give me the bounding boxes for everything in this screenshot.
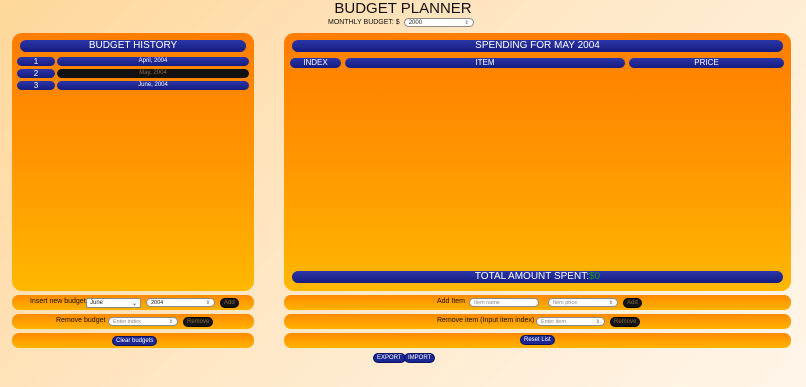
column-header-price: PRICE xyxy=(629,58,784,68)
remove-item-label: Remove item (Input item index) xyxy=(437,317,535,324)
item-name-placeholder: Item name xyxy=(474,299,500,306)
history-index-3: 3 xyxy=(17,81,55,90)
spinner-icon[interactable]: ⇕ xyxy=(596,319,600,325)
item-price-placeholder: Item price xyxy=(553,299,578,306)
column-header-item: ITEM xyxy=(345,58,625,68)
import-button[interactable]: IMPORT xyxy=(404,353,436,363)
history-item-june-2004[interactable]: June, 2004 xyxy=(57,81,249,90)
spinner-icon[interactable]: ⇕ xyxy=(609,300,613,306)
year-input-value: 2004 xyxy=(151,299,164,306)
remove-item-placeholder: Enter item xyxy=(541,318,567,325)
item-name-input[interactable]: Item name xyxy=(469,298,539,307)
spinner-icon[interactable]: ⇕ xyxy=(465,20,469,26)
month-select[interactable]: June ⌄ xyxy=(86,298,141,308)
insert-budget-label: Insert new budget xyxy=(30,298,86,305)
spinner-icon[interactable]: ⇕ xyxy=(169,319,173,325)
total-amount-label: TOTAL AMOUNT SPENT: xyxy=(474,271,589,282)
export-button[interactable]: EXPORT xyxy=(373,353,406,363)
column-header-index: INDEX xyxy=(290,58,341,68)
spending-panel xyxy=(284,33,791,291)
month-select-value: June xyxy=(90,300,104,306)
total-amount-value: $0 xyxy=(588,271,601,282)
spending-title: SPENDING FOR MAY 2004 xyxy=(292,40,783,52)
add-budget-button[interactable]: Add xyxy=(220,298,239,308)
clear-budgets-button[interactable]: Clear budgets xyxy=(112,336,158,346)
budget-history-title: BUDGET HISTORY xyxy=(20,40,246,52)
remove-budget-label: Remove budget xyxy=(56,317,106,324)
page-title: BUDGET PLANNER xyxy=(334,0,472,17)
year-input[interactable]: 2004 ⇕ xyxy=(146,298,215,307)
monthly-budget-value: 2000 xyxy=(408,19,423,26)
chevron-down-icon: ⌄ xyxy=(131,300,137,307)
history-item-may-2004-selected[interactable]: May, 2004 xyxy=(57,69,249,78)
remove-budget-button[interactable]: Remove xyxy=(183,317,214,327)
history-item-april-2004[interactable]: April, 2004 xyxy=(57,57,249,66)
item-price-input[interactable]: Item price ⇕ xyxy=(548,298,618,307)
remove-budget-index-input[interactable]: Enter index ⇕ xyxy=(108,317,178,326)
history-index-1: 1 xyxy=(17,57,55,66)
remove-budget-placeholder: Enter index xyxy=(113,318,141,325)
add-item-label: Add Item xyxy=(437,298,466,305)
monthly-budget-input[interactable]: 2000 ⇕ xyxy=(403,18,474,27)
reset-list-button[interactable]: Reset List xyxy=(520,335,555,345)
monthly-budget-label: MONTHLY BUDGET: $ xyxy=(328,19,400,26)
monthly-budget-row: MONTHLY BUDGET: $ 2000 ⇕ xyxy=(328,18,474,27)
remove-item-button[interactable]: Remove xyxy=(610,317,641,327)
add-item-button[interactable]: Add xyxy=(623,298,642,308)
remove-item-index-input[interactable]: Enter item ⇕ xyxy=(536,317,605,326)
total-amount-bar: TOTAL AMOUNT SPENT:$0 xyxy=(292,271,783,283)
history-index-2: 2 xyxy=(17,69,55,78)
spinner-icon[interactable]: ⇕ xyxy=(206,300,210,306)
